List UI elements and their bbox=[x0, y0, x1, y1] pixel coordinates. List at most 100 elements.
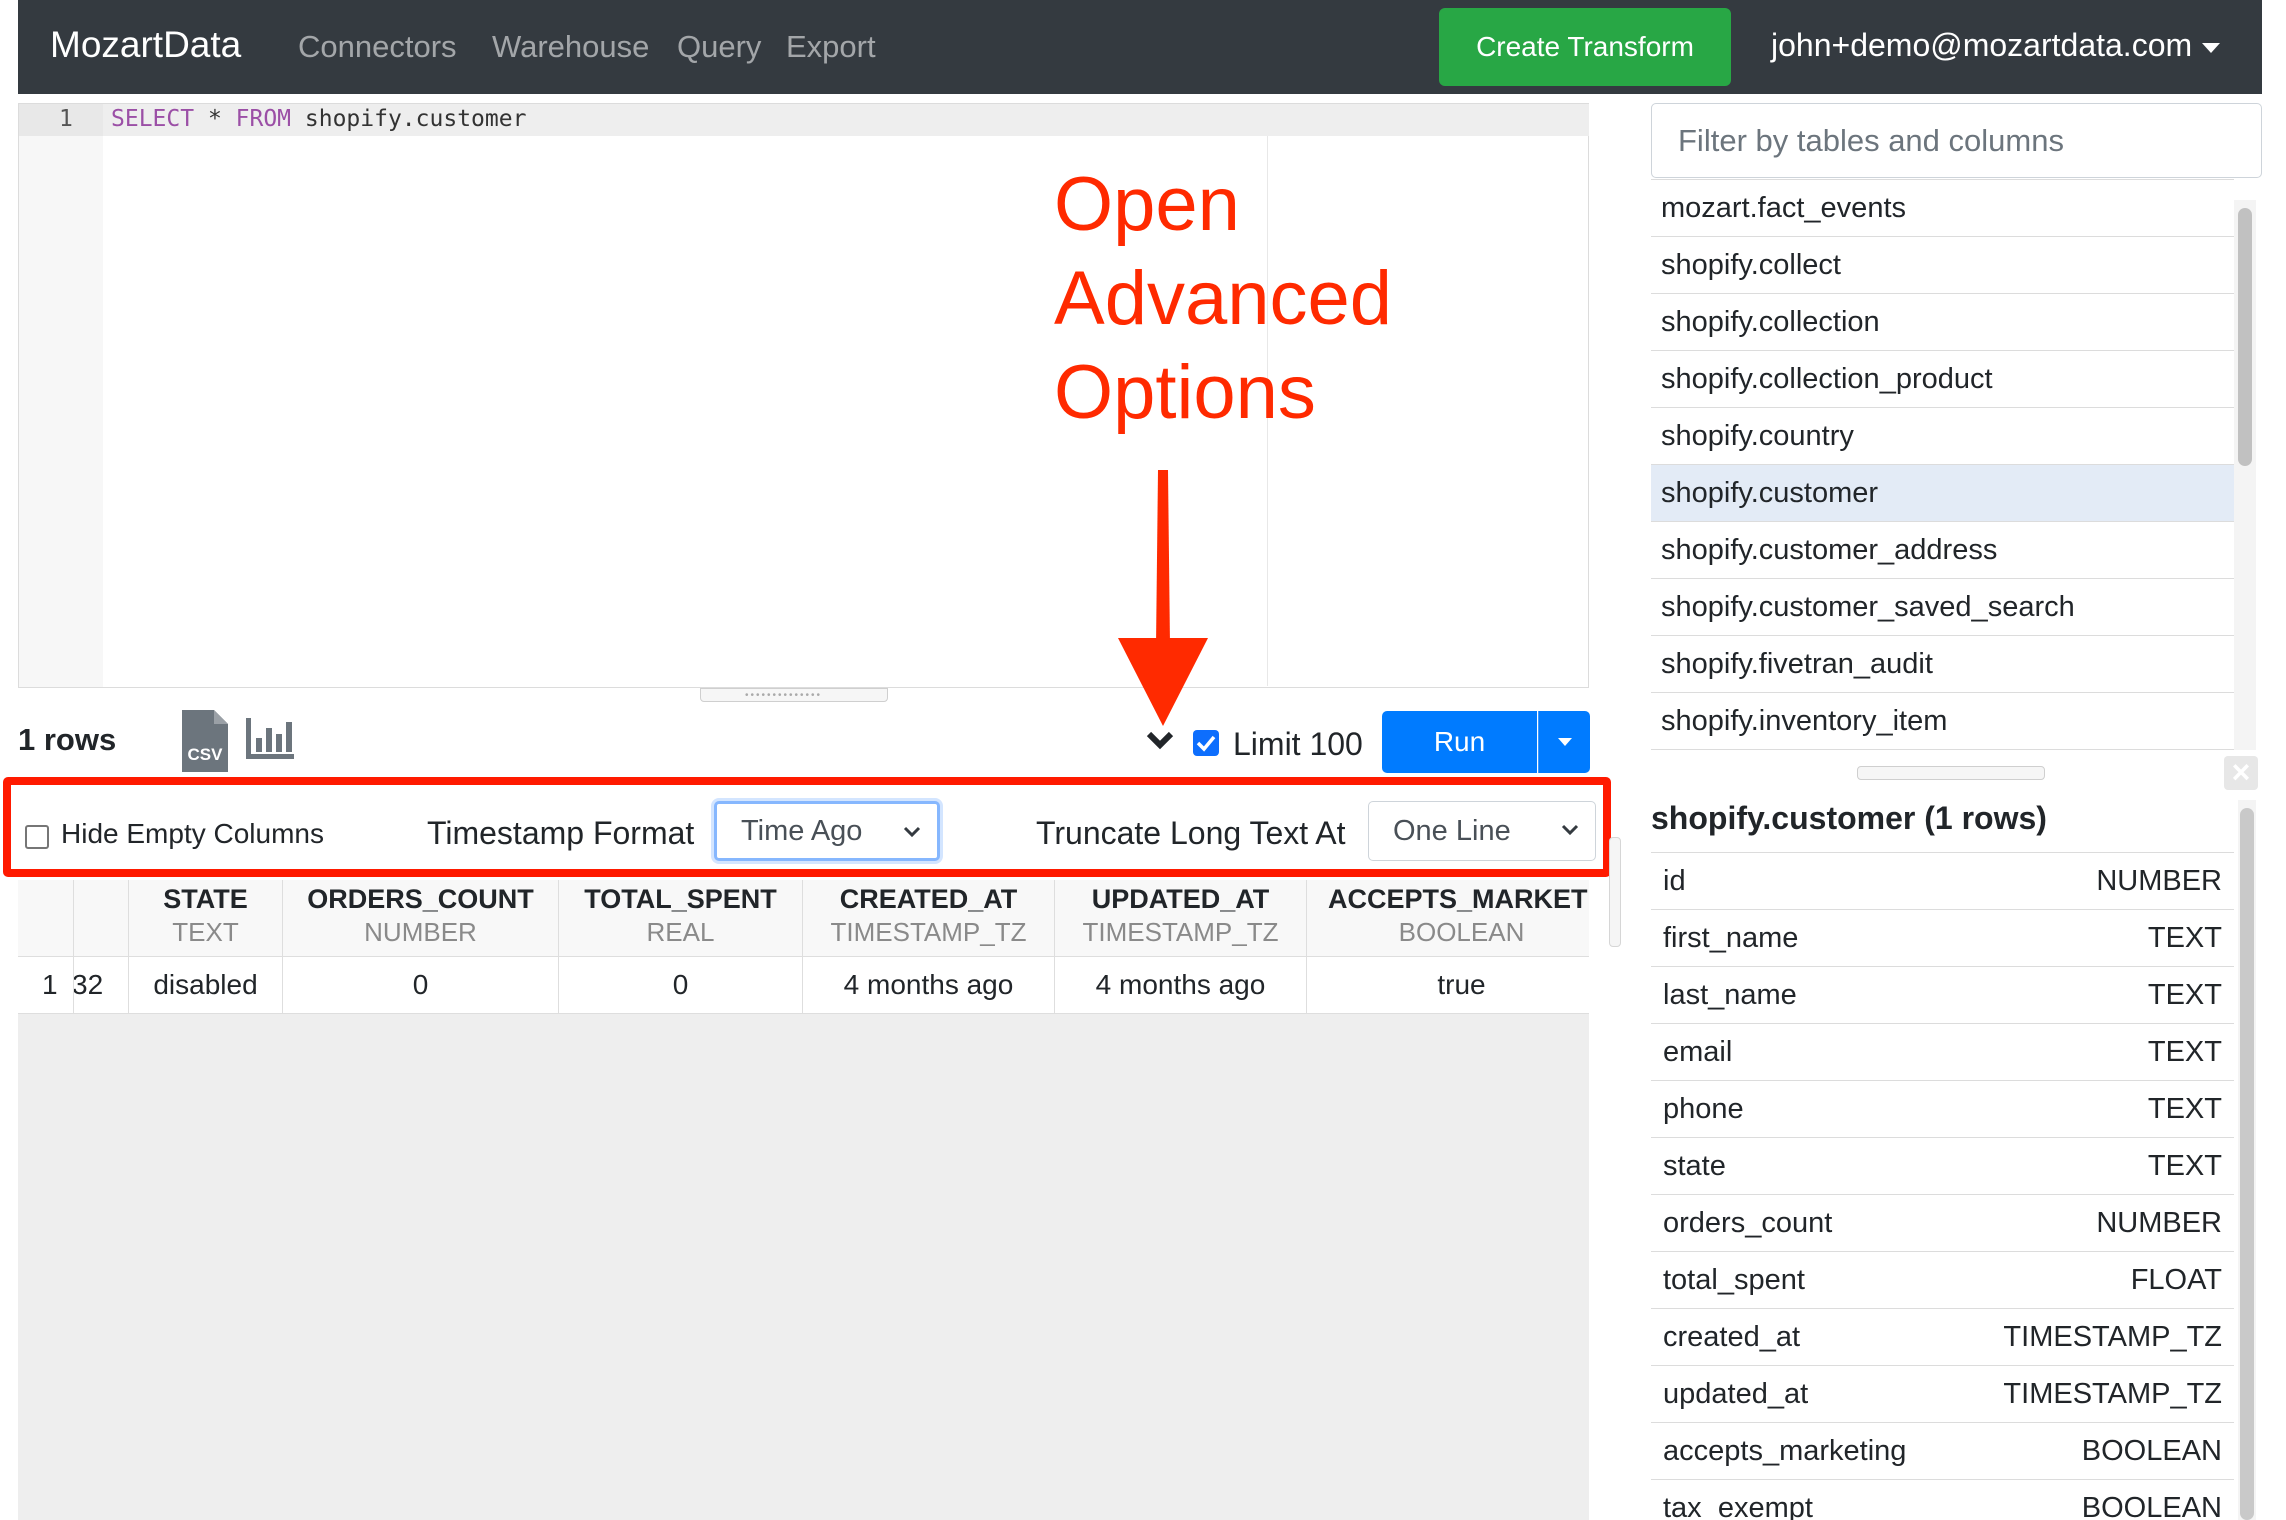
schema-type: TEXT bbox=[2147, 1036, 2222, 1068]
limit-checkbox[interactable] bbox=[1193, 730, 1219, 756]
table-cell[interactable]: 4 months ago bbox=[803, 957, 1055, 1014]
column-type: REAL bbox=[646, 917, 715, 947]
list-item-active[interactable]: shopify.customer bbox=[1651, 465, 2234, 522]
schema-row[interactable]: last_name TEXT bbox=[1651, 966, 2234, 1023]
schema-type: TEXT bbox=[2147, 1150, 2222, 1182]
column-name: STATE bbox=[163, 884, 248, 914]
nav-link-connectors[interactable]: Connectors bbox=[298, 29, 457, 65]
schema-type: TIMESTAMP_TZ bbox=[2003, 1321, 2222, 1353]
limit-label: Limit 100 bbox=[1233, 726, 1363, 762]
annotation-line-options: Options bbox=[1054, 350, 1316, 435]
list-item[interactable]: shopify.collect bbox=[1651, 237, 2234, 294]
column-header-accepts-marketing[interactable]: ACCEPTS_MARKETI BOOLEAN bbox=[1307, 880, 1589, 957]
table-cell[interactable]: 32 bbox=[74, 957, 129, 1014]
list-item[interactable]: mozart.fact_events bbox=[1651, 180, 2234, 237]
annotation-line-open: Open bbox=[1054, 162, 1240, 247]
chevron-down-icon bbox=[903, 826, 921, 838]
editor-gutter bbox=[19, 104, 103, 687]
schema-type: TEXT bbox=[2147, 922, 2222, 954]
close-icon[interactable]: × bbox=[2224, 756, 2258, 790]
schema-column: orders_count bbox=[1663, 1207, 1833, 1239]
schema-row[interactable]: state TEXT bbox=[1651, 1137, 2234, 1194]
column-name: ORDERS_COUNT bbox=[307, 884, 534, 914]
list-item[interactable]: shopify.country bbox=[1651, 408, 2234, 465]
hide-empty-columns-label[interactable]: Hide Empty Columns bbox=[61, 818, 324, 850]
schema-scrollbar[interactable] bbox=[2240, 808, 2254, 1520]
nav-link-export[interactable]: Export bbox=[786, 29, 876, 65]
editor-resize-handle[interactable]: •••••••••••••• bbox=[700, 688, 888, 702]
schema-column: total_spent bbox=[1663, 1264, 1805, 1296]
run-button[interactable]: Run bbox=[1382, 711, 1537, 773]
column-type: TIMESTAMP_TZ bbox=[830, 917, 1027, 947]
sql-code-line[interactable]: SELECT * FROM shopify.customer bbox=[111, 106, 526, 132]
table-filter-input[interactable]: Filter by tables and columns bbox=[1651, 103, 2262, 178]
sql-table-ref: shopify.customer bbox=[291, 106, 527, 132]
timestamp-format-select[interactable]: Time Ago bbox=[714, 801, 940, 861]
chevron-down-icon[interactable] bbox=[1145, 730, 1175, 752]
annotation-text: Open Advanced Options bbox=[1054, 158, 1474, 440]
table-cell[interactable]: 0 bbox=[559, 957, 803, 1014]
list-item[interactable]: shopify.inventory_item bbox=[1651, 693, 2234, 750]
schema-row[interactable]: id NUMBER bbox=[1651, 852, 2234, 909]
run-dropdown-toggle[interactable] bbox=[1538, 711, 1590, 773]
table-cell[interactable]: 0 bbox=[283, 957, 559, 1014]
schema-column: tax_exempt bbox=[1663, 1492, 1813, 1520]
list-item[interactable]: shopify.collection bbox=[1651, 294, 2234, 351]
table-cell[interactable]: 4 months ago bbox=[1055, 957, 1307, 1014]
column-header-id[interactable] bbox=[74, 880, 129, 957]
schema-column: id bbox=[1663, 865, 1686, 897]
schema-type: TEXT bbox=[2147, 1093, 2222, 1125]
column-header-total-spent[interactable]: TOTAL_SPENT REAL bbox=[559, 880, 803, 957]
column-type: TEXT bbox=[172, 917, 239, 947]
tables-list: mozart.fact_events shopify.collect shopi… bbox=[1651, 178, 2234, 750]
schema-column: updated_at bbox=[1663, 1378, 1809, 1410]
schema-row[interactable]: orders_count NUMBER bbox=[1651, 1194, 2234, 1251]
panel-splitter[interactable] bbox=[1609, 837, 1621, 947]
column-type: TIMESTAMP_TZ bbox=[1082, 917, 1279, 947]
table-cell[interactable]: disabled bbox=[129, 957, 283, 1014]
results-grid: STATE TEXT ORDERS_COUNT NUMBER TOTAL_SPENT… bbox=[18, 880, 1589, 1014]
check-icon bbox=[1196, 735, 1216, 752]
schema-column: created_at bbox=[1663, 1321, 1801, 1353]
list-item[interactable]: shopify.customer_address bbox=[1651, 522, 2234, 579]
csv-download-icon[interactable]: CSV bbox=[180, 708, 230, 774]
column-name: TOTAL_SPENT bbox=[584, 884, 777, 914]
schema-resize-handle[interactable] bbox=[1857, 766, 2045, 780]
brand-logo[interactable]: MozartData bbox=[50, 24, 241, 66]
column-name: CREATED_AT bbox=[839, 884, 1018, 914]
schema-row[interactable]: first_name TEXT bbox=[1651, 909, 2234, 966]
list-item[interactable]: shopify.customer_saved_search bbox=[1651, 579, 2234, 636]
nav-link-warehouse[interactable]: Warehouse bbox=[492, 29, 649, 65]
column-header-created-at[interactable]: CREATED_AT TIMESTAMP_TZ bbox=[803, 880, 1055, 957]
schema-row[interactable]: email TEXT bbox=[1651, 1023, 2234, 1080]
chart-icon[interactable] bbox=[244, 716, 296, 762]
rows-count: 1 rows bbox=[18, 722, 117, 757]
top-navbar: MozartData Connectors Warehouse Query Ex… bbox=[18, 0, 2262, 94]
create-transform-button[interactable]: Create Transform bbox=[1439, 8, 1731, 86]
table-cell[interactable]: true bbox=[1307, 957, 1589, 1014]
schema-row[interactable]: total_spent FLOAT bbox=[1651, 1251, 2234, 1308]
schema-row[interactable]: phone TEXT bbox=[1651, 1080, 2234, 1137]
list-item[interactable]: shopify.fivetran_audit bbox=[1651, 636, 2234, 693]
schema-row[interactable]: created_at TIMESTAMP_TZ bbox=[1651, 1308, 2234, 1365]
hide-empty-columns-checkbox[interactable] bbox=[25, 825, 49, 849]
schema-row[interactable]: updated_at TIMESTAMP_TZ bbox=[1651, 1365, 2234, 1422]
schema-row[interactable]: accepts_marketing BOOLEAN bbox=[1651, 1422, 2234, 1479]
schema-type: BOOLEAN bbox=[2081, 1435, 2222, 1467]
schema-type: TEXT bbox=[2147, 979, 2222, 1011]
schema-row[interactable]: tax_exempt BOOLEAN bbox=[1651, 1479, 2234, 1520]
tables-scrollbar[interactable] bbox=[2238, 208, 2252, 466]
truncate-long-text-select[interactable]: One Line bbox=[1368, 801, 1596, 861]
schema-column: accepts_marketing bbox=[1663, 1435, 1907, 1467]
schema-column: email bbox=[1663, 1036, 1733, 1068]
column-header-updated-at[interactable]: UPDATED_AT TIMESTAMP_TZ bbox=[1055, 880, 1307, 957]
schema-title: shopify.customer (1 rows) bbox=[1651, 800, 2047, 836]
column-header-orders-count[interactable]: ORDERS_COUNT NUMBER bbox=[283, 880, 559, 957]
column-header-state[interactable]: STATE TEXT bbox=[129, 880, 283, 957]
line-number: 1 bbox=[59, 106, 73, 132]
caret-down-icon bbox=[2202, 42, 2221, 53]
user-menu[interactable]: john+demo@mozartdata.com bbox=[1771, 27, 2221, 64]
list-item[interactable]: shopify.collection_product bbox=[1651, 351, 2234, 408]
nav-link-query[interactable]: Query bbox=[677, 29, 761, 65]
truncate-long-text-label: Truncate Long Text At bbox=[1036, 815, 1346, 851]
